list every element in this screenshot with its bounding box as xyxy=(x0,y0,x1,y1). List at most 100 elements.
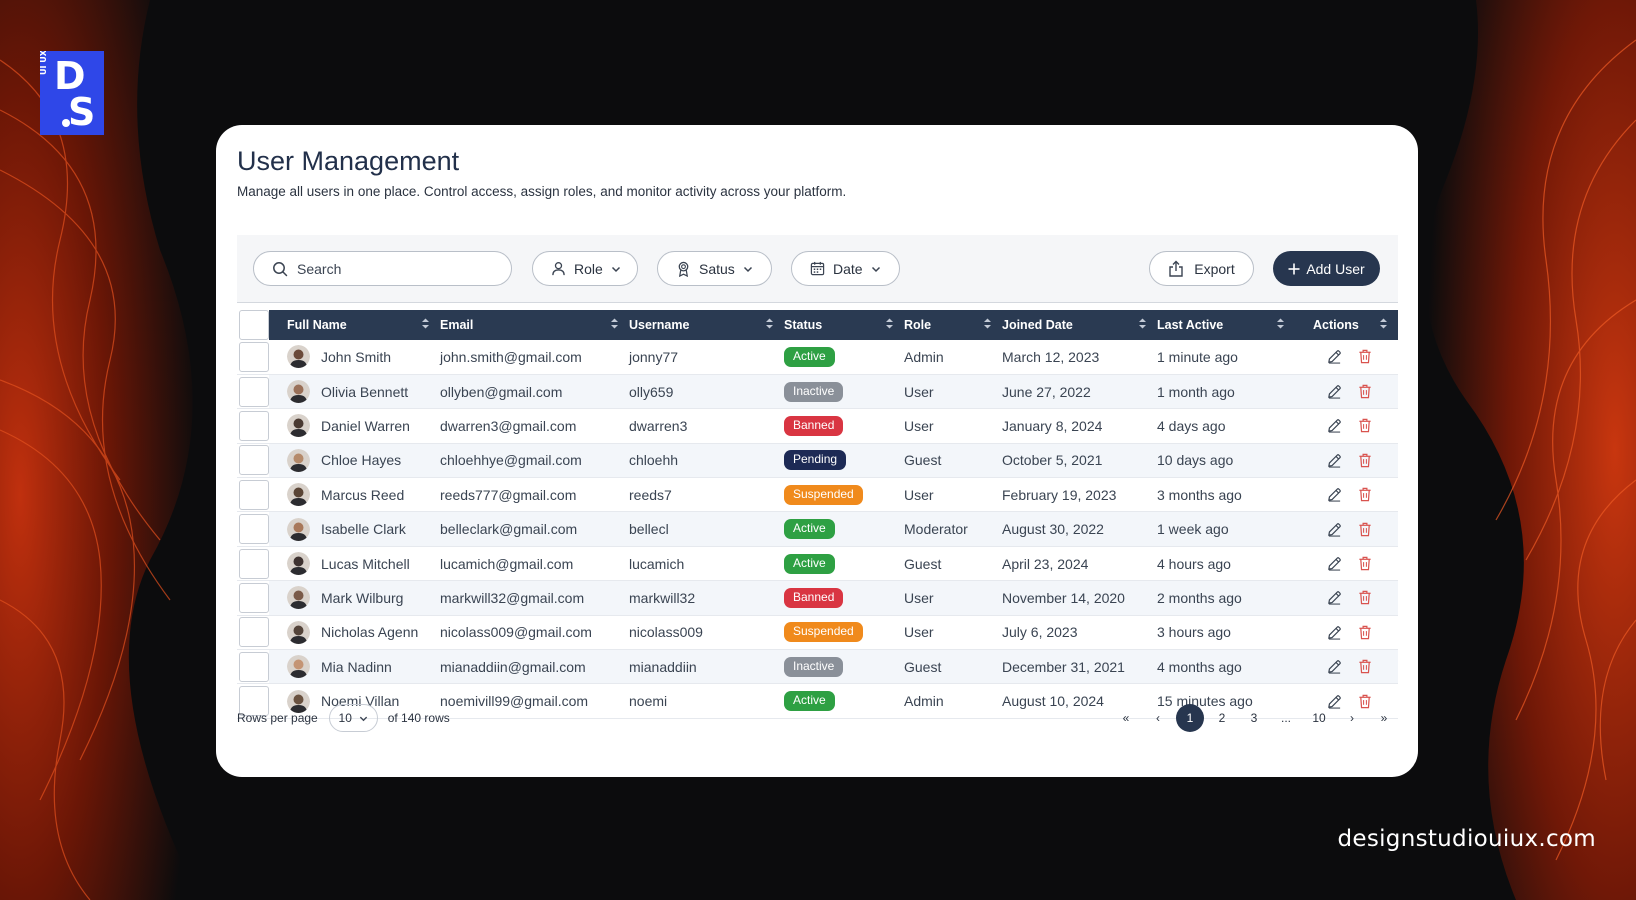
row-checkbox[interactable] xyxy=(239,617,269,648)
trash-icon[interactable] xyxy=(1358,659,1372,674)
export-button[interactable]: Export xyxy=(1149,251,1254,286)
rows-per-page-select[interactable]: 10 xyxy=(328,704,378,732)
header-role[interactable]: Role xyxy=(904,310,1002,340)
cell-role-text: Guest xyxy=(904,658,942,675)
row-checkbox[interactable] xyxy=(239,479,269,510)
trash-icon[interactable] xyxy=(1358,522,1372,537)
avatar xyxy=(287,345,310,369)
avatar xyxy=(287,620,310,644)
table-row[interactable]: John Smith john.smith@gmail.com jonny77 Act… xyxy=(237,340,1398,375)
row-checkbox[interactable] xyxy=(239,548,269,579)
select-all-checkbox[interactable] xyxy=(239,310,269,340)
name-cell: Olivia Bennett xyxy=(269,380,440,404)
row-select-cell xyxy=(237,443,269,478)
page-button-1[interactable]: 1 xyxy=(1176,704,1204,732)
row-checkbox[interactable] xyxy=(239,651,269,682)
table-row[interactable]: Mia Nadinn mianaddiin@gmail.com mianaddiin… xyxy=(237,649,1398,684)
sort-icon[interactable] xyxy=(983,317,992,330)
row-checkbox[interactable] xyxy=(239,341,269,372)
cell-status: Inactive xyxy=(784,374,904,408)
table-row[interactable]: Chloe Hayes chloehhye@gmail.com chloehh Pen… xyxy=(237,443,1398,478)
trash-icon[interactable] xyxy=(1358,453,1372,468)
search-input[interactable] xyxy=(297,260,497,277)
header-email[interactable]: Email xyxy=(440,310,629,340)
cell-email: markwill32@gmail.com xyxy=(440,581,629,615)
sort-icon[interactable] xyxy=(1276,317,1285,330)
row-actions xyxy=(1295,522,1398,537)
cell-role: Guest xyxy=(904,443,1002,477)
sort-icon[interactable] xyxy=(765,317,774,330)
row-actions xyxy=(1295,625,1398,640)
cell-status: Pending xyxy=(784,443,904,477)
table-row[interactable]: Lucas Mitchell lucamich@gmail.com lucamich… xyxy=(237,546,1398,581)
row-checkbox[interactable] xyxy=(239,410,269,441)
header-joined-date[interactable]: Joined Date xyxy=(1002,310,1157,340)
row-checkbox[interactable] xyxy=(239,582,269,613)
page-button-10[interactable]: 10 xyxy=(1304,704,1334,732)
pencil-icon[interactable] xyxy=(1327,522,1342,537)
pencil-icon[interactable] xyxy=(1327,625,1342,640)
pencil-icon[interactable] xyxy=(1327,487,1342,502)
cell-role-text: Guest xyxy=(904,452,942,469)
pencil-icon[interactable] xyxy=(1327,556,1342,571)
page-button-2[interactable]: 2 xyxy=(1208,704,1236,732)
trash-icon[interactable] xyxy=(1358,384,1372,399)
pencil-icon[interactable] xyxy=(1327,659,1342,674)
user-full-name: Isabelle Clark xyxy=(321,521,406,538)
user-full-name: Olivia Bennett xyxy=(321,383,409,400)
table-row[interactable]: Mark Wilburg markwill32@gmail.com markwill… xyxy=(237,580,1398,616)
cell-role: Admin xyxy=(904,340,1002,374)
role-filter[interactable]: Role xyxy=(532,251,638,286)
row-checkbox[interactable] xyxy=(239,376,269,407)
first-page-button[interactable]: « xyxy=(1112,704,1140,732)
cell-actions xyxy=(1295,443,1398,477)
row-checkbox[interactable] xyxy=(239,514,269,545)
cell-last-active: 2 months ago xyxy=(1157,581,1295,615)
prev-page-button[interactable]: ‹ xyxy=(1144,704,1172,732)
status-filter[interactable]: Satus xyxy=(657,251,772,286)
row-select-cell xyxy=(237,580,269,616)
sort-icon[interactable] xyxy=(885,317,894,330)
table-row[interactable]: Isabelle Clark belleclark@gmail.com bellec… xyxy=(237,511,1398,547)
header-username[interactable]: Username xyxy=(629,310,784,340)
trash-icon[interactable] xyxy=(1358,590,1372,605)
header-full-name[interactable]: Full Name xyxy=(269,310,440,340)
sort-icon[interactable] xyxy=(421,317,430,330)
page-button-3[interactable]: 3 xyxy=(1240,704,1268,732)
add-user-button[interactable]: Add User xyxy=(1273,251,1380,286)
user-full-name: Daniel Warren xyxy=(321,417,410,434)
trash-icon[interactable] xyxy=(1358,349,1372,364)
last-page-button[interactable]: » xyxy=(1370,704,1398,732)
table-row[interactable]: Nicholas Agenn nicolass009@gmail.com nicol… xyxy=(237,615,1398,650)
cell-status: Active xyxy=(784,512,904,546)
cell-username: olly659 xyxy=(629,374,784,408)
header-last-active[interactable]: Last Active xyxy=(1157,310,1295,340)
sort-icon[interactable] xyxy=(610,317,619,330)
trash-icon[interactable] xyxy=(1358,556,1372,571)
trash-icon[interactable] xyxy=(1358,625,1372,640)
row-checkbox[interactable] xyxy=(239,445,269,476)
pencil-icon[interactable] xyxy=(1327,349,1342,365)
user-full-name: Mark Wilburg xyxy=(321,589,404,606)
pencil-icon[interactable] xyxy=(1327,590,1342,605)
sort-icon[interactable] xyxy=(1379,317,1388,330)
search-box[interactable] xyxy=(253,251,512,286)
table-row[interactable]: Marcus Reed reeds777@gmail.com reeds7 Suspe… xyxy=(237,477,1398,512)
date-filter[interactable]: Date xyxy=(791,251,900,286)
header-actions[interactable]: Actions xyxy=(1295,310,1398,340)
row-actions xyxy=(1295,556,1398,571)
table-row[interactable]: Olivia Bennett ollyben@gmail.com olly659 In… xyxy=(237,374,1398,409)
cell-joined: January 8, 2024 xyxy=(1002,409,1157,443)
header-status[interactable]: Status xyxy=(784,310,904,340)
sort-icon[interactable] xyxy=(1138,317,1147,330)
trash-icon[interactable] xyxy=(1358,487,1372,502)
avatar xyxy=(287,448,310,472)
next-page-button[interactable]: › xyxy=(1338,704,1366,732)
table-row[interactable]: Daniel Warren dwarren3@gmail.com dwarren3 B… xyxy=(237,408,1398,444)
cell-last-active-text: 3 hours ago xyxy=(1157,624,1231,641)
trash-icon[interactable] xyxy=(1358,418,1372,433)
pencil-icon[interactable] xyxy=(1327,418,1342,434)
pencil-icon[interactable] xyxy=(1327,384,1342,399)
header-full-name-label: Full Name xyxy=(287,318,347,332)
pencil-icon[interactable] xyxy=(1327,453,1342,468)
